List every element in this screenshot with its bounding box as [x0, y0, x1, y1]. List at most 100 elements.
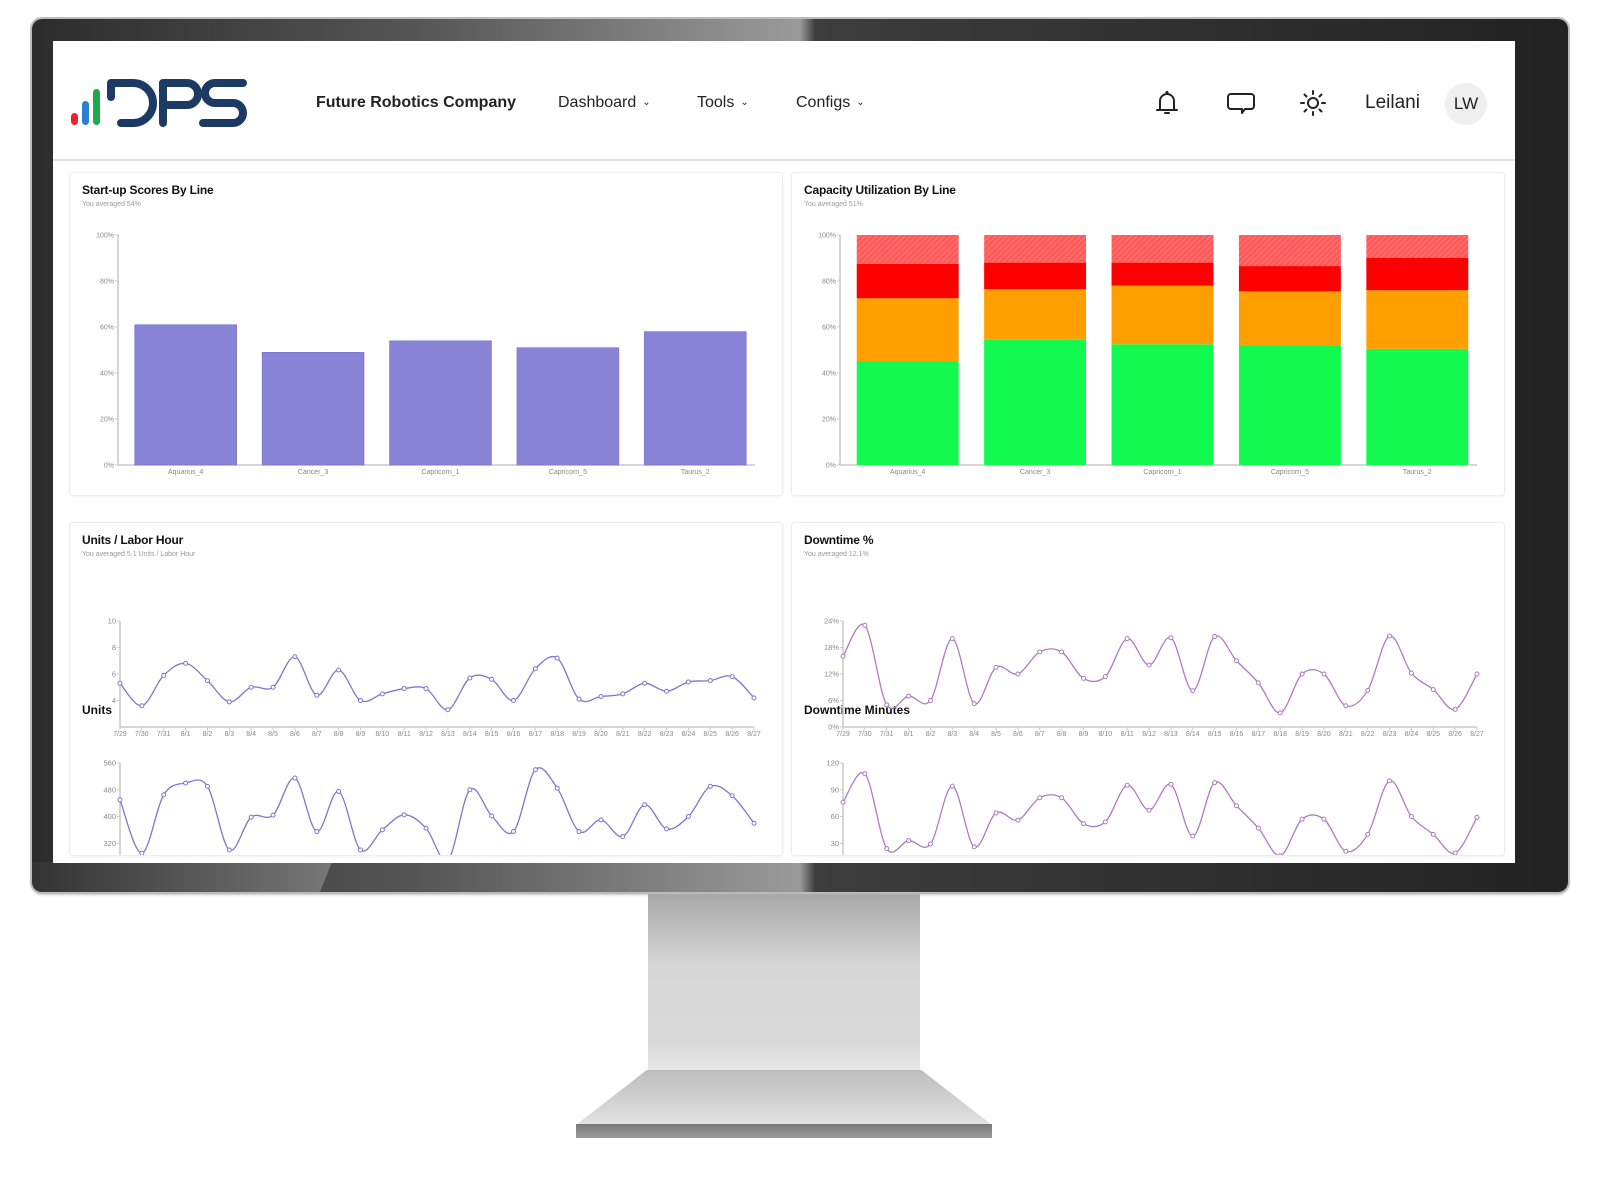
units-point: [248, 814, 254, 820]
dps-logo[interactable]: [71, 77, 251, 127]
ulh-point: [445, 707, 451, 713]
nav-dashboard[interactable]: Dashboard ⌄: [558, 94, 651, 112]
downtime-min-point: [927, 841, 933, 847]
ulh-point: [642, 680, 648, 686]
ulh-x-tick-label: 8/27: [747, 731, 761, 738]
ulh-point: [576, 696, 582, 702]
downtime-pct-x-tick-label: 8/22: [1361, 731, 1375, 738]
units-labor-hour-card: Units / Labor Hour You averaged 5.1 Unit…: [69, 522, 783, 856]
downtime-pct-x-tick-label: 8/12: [1142, 731, 1156, 738]
bell-icon[interactable]: [1153, 89, 1181, 117]
ulh-x-tick-label: 8/1: [181, 731, 191, 738]
ulh-point: [139, 703, 145, 709]
ulh-x-tick-label: 8/23: [660, 731, 674, 738]
bar-segment-hatched-red: [856, 235, 959, 264]
downtime-min-point: [1408, 814, 1414, 819]
ulh-x-tick-label: 8/25: [703, 731, 717, 738]
downtime-min-point: [1321, 816, 1327, 822]
downtime-min-point: [949, 783, 955, 789]
units-y-tick-label: 320: [103, 839, 116, 848]
ulh-point: [204, 678, 210, 684]
ulh-x-tick-label: 8/9: [356, 731, 366, 738]
ulh-point: [248, 684, 254, 690]
downtime-pct-x-tick-label: 8/1: [904, 731, 914, 738]
x-tick-label: Taurus_2: [1403, 469, 1432, 476]
username[interactable]: Leilani: [1365, 92, 1420, 114]
bar-segment-red: [984, 262, 1087, 290]
units-point: [642, 802, 648, 808]
y-tick-label: 0%: [104, 463, 114, 470]
chevron-down-icon: ⌄: [856, 97, 865, 108]
downtime-min-point: [1387, 778, 1393, 784]
bar-aquarius_4: [134, 324, 237, 466]
chat-icon[interactable]: [1226, 89, 1256, 117]
bar-segment-orange: [856, 298, 959, 362]
sun-icon[interactable]: [1299, 89, 1327, 117]
ulh-x-tick-label: 8/14: [463, 731, 477, 738]
bar-segment-orange: [1238, 291, 1341, 346]
downtime-min-series-line: [842, 771, 1478, 855]
bar-segment-green: [1238, 345, 1341, 465]
ulh-point: [161, 672, 167, 678]
downtime-pct-point: [1015, 671, 1021, 677]
nav-tools[interactable]: Tools ⌄: [697, 94, 749, 112]
logo-bar-green: [93, 89, 100, 125]
bar-segment-red: [1111, 262, 1214, 286]
downtime-min-point: [1255, 825, 1261, 831]
ulh-point: [532, 666, 538, 672]
ulh-x-tick-label: 8/26: [725, 731, 739, 738]
bar-segment-green: [1111, 344, 1214, 465]
ulh-point: [117, 680, 123, 686]
units-point: [204, 783, 210, 789]
logo-bar-red: [71, 113, 78, 125]
downtime-pct-point: [1168, 635, 1174, 641]
downtime-pct-y-tick-label: 12%: [824, 670, 839, 679]
units-point: [532, 767, 538, 773]
downtime-min-point: [1059, 795, 1065, 801]
downtime-pct-y-tick-label: 6%: [828, 696, 839, 705]
units-point: [685, 814, 691, 819]
avatar[interactable]: LW: [1445, 83, 1487, 125]
units-y-tick-label: 560: [103, 759, 116, 768]
downtime-min-point: [1102, 819, 1108, 825]
ulh-point: [751, 695, 757, 701]
ulh-x-tick-label: 8/18: [550, 731, 564, 738]
nav-configs[interactable]: Configs ⌄: [796, 94, 865, 112]
ulh-x-tick-label: 8/10: [376, 731, 390, 738]
downtime-min-point: [1037, 795, 1043, 801]
ulh-x-tick-label: 8/21: [616, 731, 630, 738]
ulh-point: [357, 698, 363, 703]
units-point: [357, 847, 363, 853]
ulh-y-tick-label: 4: [112, 696, 116, 705]
downtime-pct-y-tick-label: 18%: [824, 643, 839, 652]
ulh-x-tick-label: 8/7: [312, 731, 322, 738]
ulh-point: [292, 654, 298, 660]
downtime-pct-x-tick-label: 8/21: [1339, 731, 1353, 738]
downtime-min-point: [1015, 817, 1021, 823]
downtime-pct-series-line: [842, 623, 1478, 714]
ulh-x-tick-label: 8/12: [419, 731, 433, 738]
downtime-pct-point: [884, 702, 890, 708]
nav-dashboard-label: Dashboard: [558, 94, 637, 111]
ulh-point: [685, 679, 691, 685]
units-point: [664, 826, 670, 832]
units-point: [751, 820, 757, 826]
units-point: [292, 775, 298, 781]
downtime-pct-point: [1452, 706, 1458, 712]
downtime-min-y-tick-label: 120: [826, 759, 839, 768]
units-point: [576, 829, 582, 835]
downtime-pct-point: [1474, 671, 1480, 677]
downtime-pct-x-tick-label: 8/15: [1208, 731, 1222, 738]
downtime-pct-x-tick-label: 8/14: [1186, 731, 1200, 738]
downtime-min-point: [1299, 816, 1305, 822]
ulh-x-tick-label: 8/16: [507, 731, 521, 738]
units-point: [270, 812, 276, 818]
downtime-pct-point: [1408, 670, 1414, 676]
ulh-x-tick-label: 7/29: [113, 731, 127, 738]
downtime-pct-point: [1321, 671, 1327, 677]
ulh-point: [314, 692, 320, 698]
y-tick-label: 40%: [822, 371, 836, 378]
bar-segment-green: [984, 339, 1087, 465]
downtime-min-point: [1080, 821, 1086, 827]
startup-scores-card: Start-up Scores By Line You averaged 54%…: [69, 172, 783, 496]
